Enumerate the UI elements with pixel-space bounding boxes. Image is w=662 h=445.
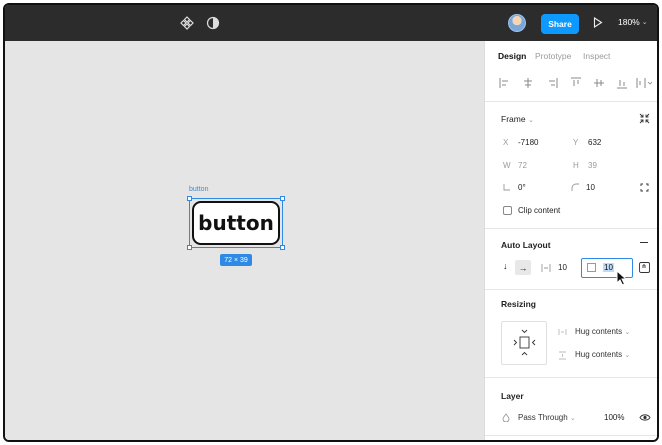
zoom-menu[interactable]: 180% ⌄ — [618, 17, 648, 27]
x-field[interactable]: -7180 — [518, 138, 538, 147]
panel-scrollbar[interactable] — [657, 41, 659, 321]
align-vertical-center-icon[interactable] — [593, 77, 605, 89]
x-label: X — [503, 138, 509, 147]
horizontal-resizing-dropdown[interactable]: Hug contents ⌄ — [575, 327, 630, 336]
divider — [485, 435, 657, 436]
opacity-field[interactable]: 100% — [604, 413, 624, 422]
resize-handle-bottom-left[interactable] — [187, 245, 192, 250]
vertical-resizing-dropdown[interactable]: Hug contents ⌄ — [575, 350, 630, 359]
layer-title: Layer — [501, 391, 524, 401]
divider — [485, 289, 657, 290]
padding-value: 10 — [603, 263, 614, 272]
align-top-icon[interactable] — [570, 77, 582, 89]
auto-layout-title: Auto Layout — [501, 240, 551, 250]
chevron-down-icon: ⌄ — [569, 415, 576, 422]
arrow-down-icon[interactable]: ↓ — [503, 261, 508, 271]
play-icon[interactable] — [593, 17, 603, 28]
alignment-grid-icon[interactable] — [639, 262, 650, 273]
align-right-icon[interactable] — [546, 77, 558, 89]
frame-preset-dropdown[interactable]: Frame ⌄ — [501, 114, 534, 124]
arrow-right-icon[interactable]: → — [515, 260, 531, 275]
independent-corners-icon[interactable] — [640, 183, 649, 192]
align-bottom-icon[interactable] — [616, 77, 628, 89]
y-field[interactable]: 632 — [588, 138, 601, 147]
chevron-down-icon: ⌄ — [624, 329, 631, 336]
eye-icon[interactable] — [639, 413, 651, 422]
tab-design[interactable]: Design — [498, 51, 526, 61]
frame-title: Frame — [501, 114, 526, 124]
rotation-field[interactable]: 0° — [518, 183, 526, 192]
app-window: Share 180% ⌄ button button 72 × 39 Desig… — [3, 3, 659, 442]
padding-icon — [587, 263, 596, 272]
canvas[interactable]: button button 72 × 39 — [5, 41, 484, 440]
corner-radius-field[interactable]: 10 — [586, 183, 595, 192]
corner-radius-icon — [571, 183, 579, 191]
chevron-down-icon: ⌄ — [641, 19, 648, 26]
frame-name-label[interactable]: button — [189, 186, 208, 193]
align-left-icon[interactable] — [499, 77, 511, 89]
spacing-field[interactable]: 10 — [558, 263, 567, 272]
chevron-down-icon: ⌄ — [527, 117, 534, 124]
divider — [485, 228, 657, 229]
toolbar: Share 180% ⌄ — [5, 5, 657, 41]
vertical-resize-icon — [559, 351, 566, 360]
tab-prototype[interactable]: Prototype — [535, 51, 571, 61]
rotation-icon — [503, 184, 510, 191]
distribute-icon[interactable] — [636, 77, 652, 89]
selected-frame[interactable]: button — [189, 198, 283, 248]
resizing-preview — [501, 321, 547, 365]
resize-to-fit-icon[interactable] — [639, 113, 650, 124]
blend-mode-dropdown[interactable]: Pass Through ⌄ — [518, 413, 576, 422]
resize-handle-bottom-right[interactable] — [280, 245, 285, 250]
component-icon[interactable] — [180, 16, 194, 30]
share-button[interactable]: Share — [541, 14, 579, 34]
contrast-icon[interactable] — [206, 16, 220, 30]
horizontal-resizing-value: Hug contents — [575, 327, 623, 336]
size-badge: 72 × 39 — [220, 254, 252, 266]
blend-mode-icon — [502, 413, 510, 422]
mouse-cursor-icon — [616, 270, 628, 286]
zoom-level: 180% — [618, 17, 640, 27]
properties-panel: Design Prototype Inspect Frame ⌄ X -7180… — [484, 41, 659, 440]
h-label: H — [573, 161, 579, 170]
divider — [485, 377, 657, 378]
w-field[interactable]: 72 — [518, 161, 527, 170]
button-frame[interactable]: button — [192, 201, 280, 245]
align-horizontal-center-icon[interactable] — [522, 77, 534, 89]
horizontal-resize-icon — [558, 329, 567, 335]
divider — [485, 101, 657, 102]
clip-content-label: Clip content — [518, 206, 561, 215]
blend-mode-value: Pass Through — [518, 413, 568, 422]
spacing-icon — [541, 264, 551, 272]
y-label: Y — [573, 138, 579, 147]
h-field[interactable]: 39 — [588, 161, 597, 170]
avatar[interactable] — [508, 14, 526, 32]
vertical-resizing-value: Hug contents — [575, 350, 623, 359]
w-label: W — [503, 161, 511, 170]
resize-handle-top-right[interactable] — [280, 196, 285, 201]
resize-handle-top-left[interactable] — [187, 196, 192, 201]
clip-content-checkbox[interactable] — [503, 206, 512, 215]
remove-auto-layout-icon[interactable] — [640, 242, 648, 243]
chevron-down-icon: ⌄ — [624, 352, 631, 359]
tab-inspect[interactable]: Inspect — [583, 51, 610, 61]
resizing-title: Resizing — [501, 299, 536, 309]
